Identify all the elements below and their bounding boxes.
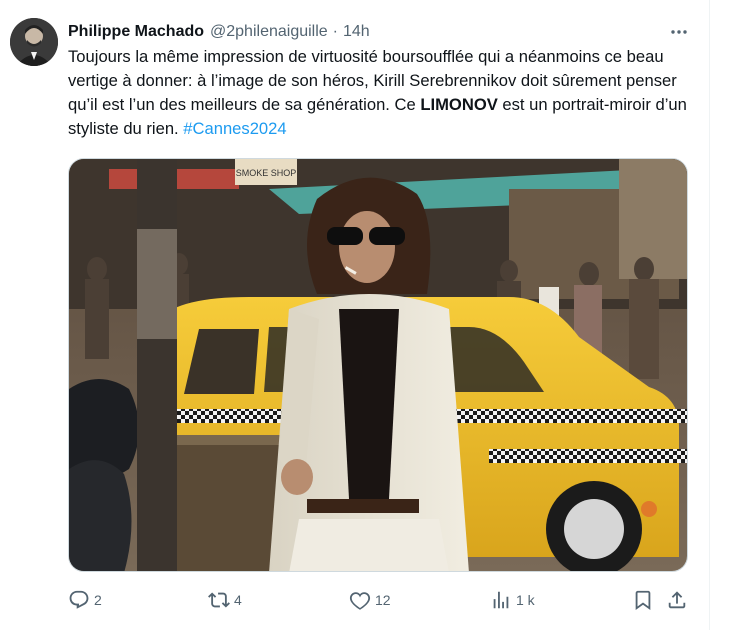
hashtag-link[interactable]: #Cannes2024 <box>183 119 286 138</box>
like-count: 12 <box>375 592 391 608</box>
like-button[interactable]: 12 <box>349 586 391 614</box>
views-button[interactable]: 1 k <box>490 586 535 614</box>
author-handle[interactable]: @2philenaiguille <box>210 23 328 41</box>
bookmark-icon <box>635 590 651 611</box>
tweet-text-bold: LIMONOV <box>420 95 498 114</box>
reply-icon <box>69 590 89 609</box>
tweet-action-bar: 2 4 12 1 k <box>68 586 693 614</box>
author-avatar[interactable] <box>10 18 58 66</box>
author-name[interactable]: Philippe Machado <box>68 23 204 41</box>
share-icon <box>668 591 686 609</box>
tweet-card[interactable]: Philippe Machado @2philenaiguille · 14h … <box>0 0 710 630</box>
bookmark-button[interactable] <box>632 586 654 614</box>
views-count: 1 k <box>516 592 535 608</box>
tweet-media-image[interactable]: SMOKE SHOP <box>68 158 688 572</box>
separator-dot: · <box>332 23 338 40</box>
tweet-header: Philippe Machado @2philenaiguille · 14h <box>68 20 693 44</box>
sign-smoke-shop: SMOKE SHOP <box>236 168 297 178</box>
repost-button[interactable]: 4 <box>208 586 242 614</box>
tweet-text: Toujours la même impression de virtuosit… <box>68 45 698 141</box>
share-button[interactable] <box>666 586 688 614</box>
views-bar-chart-icon <box>493 591 509 609</box>
reply-count: 2 <box>94 592 102 608</box>
more-options-button[interactable] <box>665 18 693 46</box>
repost-count: 4 <box>234 592 242 608</box>
reply-button[interactable]: 2 <box>68 586 102 614</box>
more-horizontal-icon <box>671 30 687 34</box>
heart-icon <box>349 592 371 610</box>
repost-icon <box>208 592 230 608</box>
tweet-timestamp[interactable]: 14h <box>343 23 370 41</box>
